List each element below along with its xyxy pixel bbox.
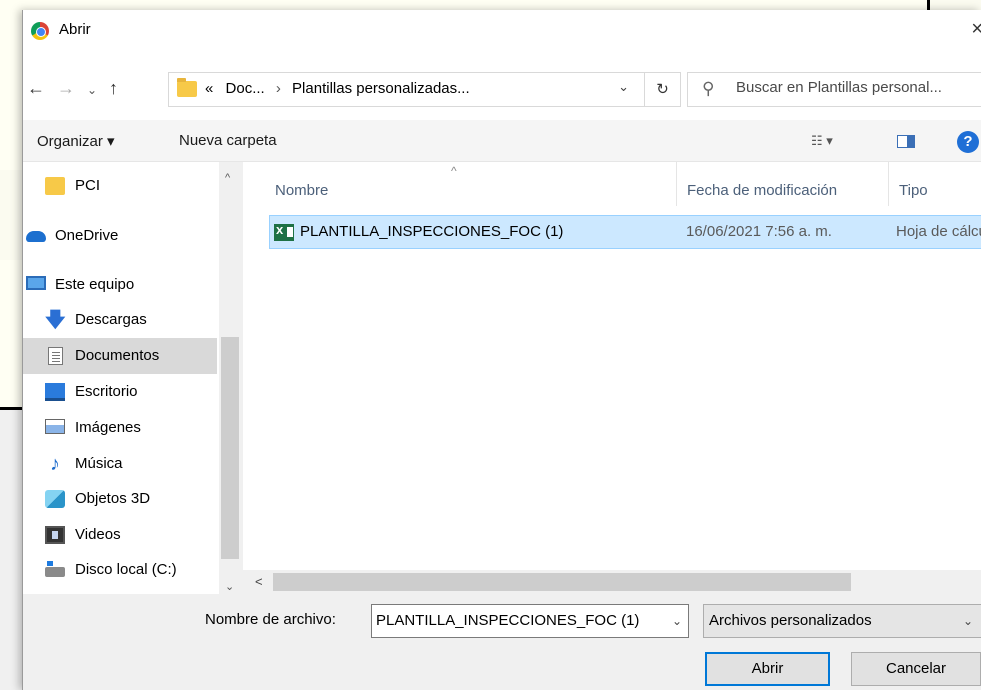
objects-3d-icon xyxy=(45,490,65,508)
navigation-bar: ← → ⌄ ↑ « Doc... › Plantillas personaliz… xyxy=(23,50,981,120)
change-view-icon[interactable]: ☷ ▾ xyxy=(811,133,833,149)
breadcrumb-item-current[interactable]: Plantillas personalizadas... xyxy=(292,80,470,97)
column-header-label: Fecha de modificación xyxy=(687,182,838,199)
refresh-icon: ↻ xyxy=(656,81,669,98)
organize-menu-button[interactable]: Organizar ▾ xyxy=(37,132,115,150)
breadcrumb-item-documents[interactable]: Doc... xyxy=(226,80,265,97)
sidebar-item-label: Videos xyxy=(75,526,121,543)
file-type: Hoja de cálcu xyxy=(896,223,981,240)
title-bar: Abrir × xyxy=(23,10,981,50)
help-icon[interactable]: ? xyxy=(957,131,979,153)
chrome-app-icon xyxy=(31,22,49,40)
file-modified-date: 16/06/2021 7:56 a. m. xyxy=(686,223,832,240)
file-list: ^ Nombre Fecha de modificación Tipo PLAN… xyxy=(243,162,981,594)
sidebar-item-label: Escritorio xyxy=(75,383,138,400)
scroll-up-icon[interactable]: ^ xyxy=(225,172,230,184)
address-bar[interactable]: « Doc... › Plantillas personalizadas... … xyxy=(168,72,645,107)
sidebar-item-onedrive[interactable]: OneDrive xyxy=(23,218,217,254)
breadcrumb-overflow[interactable]: « xyxy=(205,80,213,97)
column-header-name[interactable]: Nombre xyxy=(265,162,677,206)
breadcrumb-separator-icon: › xyxy=(275,80,281,97)
up-arrow-icon[interactable]: ↑ xyxy=(109,78,118,99)
documents-icon xyxy=(48,347,63,365)
filename-combobox[interactable]: ⌄ xyxy=(371,604,689,638)
scrollbar-thumb[interactable] xyxy=(273,573,851,591)
sidebar-item-label: Objetos 3D xyxy=(75,490,151,507)
desktop-icon xyxy=(45,383,65,401)
column-header-type[interactable]: Tipo xyxy=(889,162,981,206)
downloads-arrow-icon: 🡇 xyxy=(45,309,66,331)
scroll-left-icon[interactable]: < xyxy=(255,574,263,589)
local-disk-icon xyxy=(45,561,65,577)
file-type-dropdown-icon: ⌄ xyxy=(962,614,973,628)
sidebar-item-label: Imágenes xyxy=(75,419,141,436)
column-header-date[interactable]: Fecha de modificación xyxy=(677,162,889,206)
folder-icon xyxy=(177,78,197,97)
column-header-label: Nombre xyxy=(275,182,329,199)
new-folder-button[interactable]: Nueva carpeta xyxy=(179,132,277,149)
search-input[interactable] xyxy=(736,79,981,96)
sidebar-item-label: Disco local (C:) xyxy=(75,561,177,578)
cancel-button[interactable]: Cancelar xyxy=(851,652,981,686)
music-note-icon: ♪ xyxy=(50,453,60,475)
folder-icon xyxy=(45,177,65,195)
pictures-icon xyxy=(45,419,65,434)
sidebar-item-label: Este equipo xyxy=(55,276,135,293)
preview-pane-icon[interactable] xyxy=(897,135,915,148)
sidebar-item-disco-local[interactable]: Disco local (C:) xyxy=(23,552,217,588)
filename-input[interactable] xyxy=(376,612,662,629)
breadcrumb: « Doc... › Plantillas personalizadas... xyxy=(205,80,470,97)
search-box[interactable]: ⚲ xyxy=(687,72,981,107)
sidebar-item-objetos-3d[interactable]: Objetos 3D xyxy=(23,481,217,517)
sidebar-item-este-equipo[interactable]: Este equipo xyxy=(23,267,217,303)
address-dropdown-icon[interactable]: ⌄ xyxy=(618,79,629,95)
navigation-pane: PCI OneDrive Este equipo 🡇 Descargas Doc… xyxy=(23,162,243,594)
sidebar-item-musica[interactable]: ♪ Música xyxy=(23,446,217,482)
sidebar-item-label: OneDrive xyxy=(55,227,119,244)
sidebar-item-pci[interactable]: PCI xyxy=(23,168,217,204)
close-icon[interactable]: × xyxy=(971,18,981,41)
sidebar-item-videos[interactable]: Videos xyxy=(23,517,217,553)
excel-file-icon xyxy=(274,222,294,241)
column-header-label: Tipo xyxy=(899,182,928,199)
forward-arrow-icon[interactable]: → xyxy=(57,78,75,99)
sidebar-item-label: Descargas xyxy=(75,311,147,328)
open-file-dialog: Abrir × ← → ⌄ ↑ « Doc... › Plantillas pe… xyxy=(22,10,981,690)
scrollbar-thumb[interactable] xyxy=(221,337,239,559)
sidebar-scrollbar[interactable]: ^ ⌄ xyxy=(219,162,243,594)
file-type-value: Archivos personalizados xyxy=(709,612,872,629)
sidebar-item-label: PCI xyxy=(75,177,101,194)
sidebar-item-imagenes[interactable]: Imágenes xyxy=(23,410,217,446)
file-type-select[interactable]: Archivos personalizados ⌄ xyxy=(703,604,981,638)
sidebar-item-label: Música xyxy=(75,455,123,472)
video-film-icon xyxy=(45,526,65,544)
command-bar: Organizar ▾ Nueva carpeta ☷ ▾ ? xyxy=(23,120,981,162)
sidebar-item-descargas[interactable]: 🡇 Descargas xyxy=(23,302,217,338)
sidebar-item-documentos[interactable]: Documentos xyxy=(23,338,217,374)
file-selection-panel: Nombre de archivo: ⌄ Archivos personaliz… xyxy=(23,594,981,690)
file-name: PLANTILLA_INSPECCIONES_FOC (1) xyxy=(300,223,564,240)
refresh-button[interactable]: ↻ xyxy=(645,72,681,107)
filename-dropdown-icon[interactable]: ⌄ xyxy=(672,614,682,628)
window-title: Abrir xyxy=(59,21,91,38)
onedrive-cloud-icon xyxy=(26,231,46,242)
filename-label: Nombre de archivo: xyxy=(205,611,336,628)
horizontal-scrollbar[interactable]: < xyxy=(243,570,981,594)
open-button[interactable]: Abrir xyxy=(705,652,830,686)
sidebar-item-escritorio[interactable]: Escritorio xyxy=(23,374,217,410)
recent-locations-chevron-icon[interactable]: ⌄ xyxy=(87,83,97,97)
computer-icon xyxy=(26,276,46,290)
search-icon: ⚲ xyxy=(702,79,715,98)
file-row[interactable]: PLANTILLA_INSPECCIONES_FOC (1) 16/06/202… xyxy=(269,215,981,249)
sidebar-item-label: Documentos xyxy=(75,347,160,364)
back-arrow-icon[interactable]: ← xyxy=(27,78,45,99)
scroll-down-icon[interactable]: ⌄ xyxy=(225,580,234,593)
